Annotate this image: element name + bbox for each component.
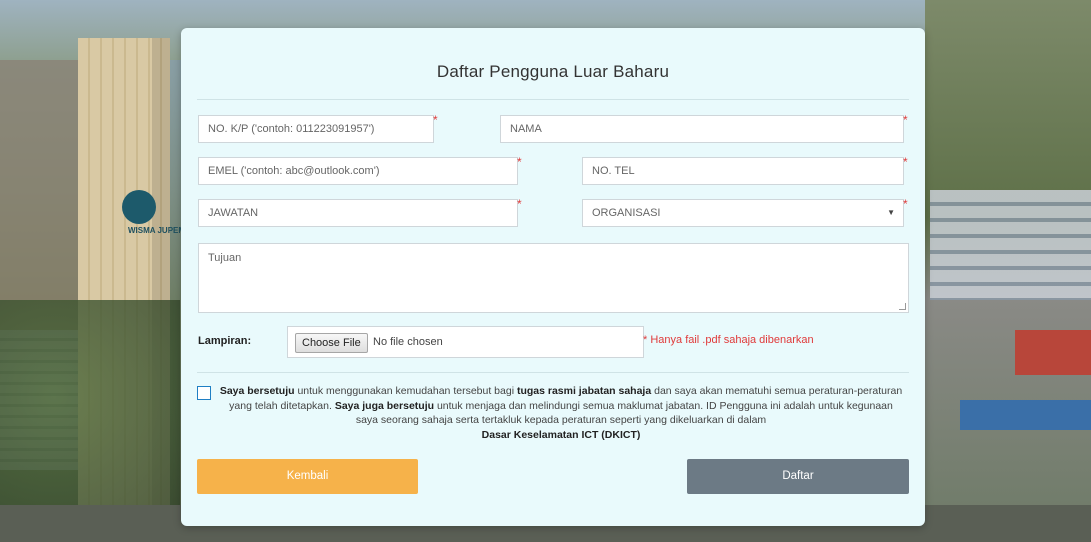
pdf-only-note: * Hanya fail .pdf sahaja dibenarkan [643,334,814,346]
back-button[interactable]: Kembali [197,459,418,494]
jupem-logo-icon [122,190,156,224]
background-blue-roof [960,400,1091,430]
agreement-checkbox[interactable] [197,386,211,400]
email-input[interactable]: EMEL ('contoh: abc@outlook.com') [198,157,518,185]
building-sign: WISMA JUPEM [128,226,186,235]
registration-form-card: Daftar Pengguna Luar Baharu NO. K/P ('co… [181,28,925,526]
organization-selected-value: ORGANISASI [592,207,661,219]
name-input[interactable]: NAMA [500,115,904,143]
position-input[interactable]: JAWATAN [198,199,518,227]
resize-handle-icon[interactable] [899,303,906,310]
ic-number-input[interactable]: NO. K/P ('contoh: 011223091957') [198,115,434,143]
phone-input[interactable]: NO. TEL [582,157,904,185]
required-mark: * [903,155,908,169]
title-divider [197,99,909,100]
background-red-roof [1015,330,1091,375]
choose-file-button[interactable]: Choose File [295,333,368,353]
form-title: Daftar Pengguna Luar Baharu [436,62,670,81]
required-mark: * [517,155,522,169]
agreement-text: Saya bersetuju untuk menggunakan kemudah… [219,385,903,441]
required-mark: * [433,113,438,127]
attachment-divider [197,372,909,373]
attachment-file-input[interactable]: Choose File No file chosen [287,326,644,358]
purpose-textarea[interactable]: Tujuan [198,243,909,313]
background-building-right [930,190,1091,300]
organization-select[interactable]: ORGANISASI ▼ [582,199,904,227]
purpose-placeholder: Tujuan [208,252,242,264]
chevron-down-icon: ▼ [887,208,895,217]
required-mark: * [903,197,908,211]
required-mark: * [517,197,522,211]
register-button[interactable]: Daftar [687,459,909,494]
attachment-label: Lampiran: [198,335,252,347]
required-mark: * [903,113,908,127]
file-status-text: No file chosen [373,336,443,348]
